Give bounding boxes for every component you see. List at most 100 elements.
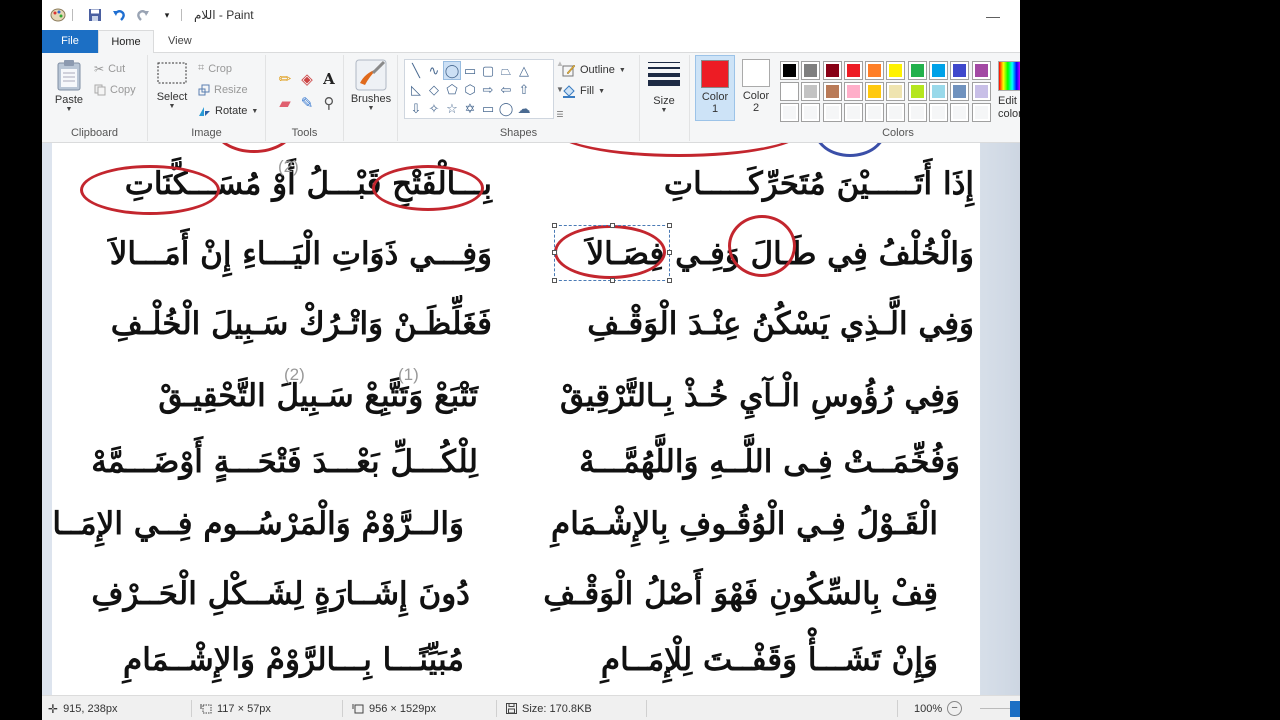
resize-handle[interactable] (667, 223, 672, 228)
palette-swatch-empty[interactable] (971, 103, 991, 122)
palette-swatch[interactable] (886, 61, 906, 80)
palette-swatch-empty[interactable] (950, 103, 970, 122)
resize-handle[interactable] (667, 278, 672, 283)
palette-swatch[interactable] (801, 61, 821, 80)
outline-dropdown-icon[interactable]: ▼ (619, 67, 626, 74)
brushes-button[interactable]: Brushes ▼ (350, 59, 392, 112)
palette-swatch-empty[interactable] (822, 103, 842, 122)
palette-swatch[interactable] (971, 82, 991, 101)
fill-button[interactable]: Fill ▼ (562, 84, 605, 98)
select-dropdown-icon[interactable]: ▼ (169, 103, 176, 110)
five-point-star-shape[interactable]: ☆ (443, 99, 461, 118)
palette-swatch-empty[interactable] (907, 103, 927, 122)
redo-icon[interactable] (135, 7, 151, 23)
tab-view[interactable]: View (154, 30, 206, 53)
shapes-expand-icon[interactable]: ☰ (556, 110, 563, 119)
right-arrow-shape[interactable]: ⇨ (479, 80, 497, 99)
size-button[interactable]: Size ▼ (644, 61, 684, 114)
fill-bucket-icon[interactable]: ◈ (296, 67, 318, 91)
palette-swatch-empty[interactable] (886, 103, 906, 122)
palette-swatch-empty[interactable] (929, 103, 949, 122)
palette-swatch[interactable] (780, 82, 799, 101)
palette-swatch[interactable] (950, 82, 970, 101)
paste-button[interactable]: Paste ▼ (50, 59, 88, 113)
palette-swatch-empty[interactable] (865, 103, 885, 122)
oval-callout-shape[interactable]: ◯ (497, 99, 515, 118)
copy-button[interactable]: Copy (94, 84, 136, 96)
palette-swatch[interactable] (907, 61, 927, 80)
palette-swatch-empty[interactable] (843, 103, 863, 122)
resize-handle[interactable] (552, 223, 557, 228)
resize-handle[interactable] (552, 278, 557, 283)
paste-dropdown-icon[interactable]: ▼ (66, 106, 73, 113)
fill-dropdown-icon[interactable]: ▼ (598, 88, 605, 95)
palette-swatch[interactable] (780, 61, 799, 80)
rotate-dropdown-icon[interactable]: ▼ (251, 108, 258, 115)
right-triangle-shape[interactable]: ◺ (407, 80, 425, 99)
rounded-rectangle-shape[interactable]: ▢ (479, 61, 497, 80)
text-tool-icon[interactable]: A (318, 67, 340, 91)
oval-shape[interactable]: ◯ (443, 61, 461, 80)
palette-swatch[interactable] (843, 61, 863, 80)
brushes-dropdown-icon[interactable]: ▼ (368, 105, 375, 112)
cut-button[interactable]: ✂ Cut (94, 62, 125, 76)
palette-swatch[interactable] (822, 82, 842, 101)
pentagon-shape[interactable]: ⬠ (443, 80, 461, 99)
palette-swatch-empty[interactable] (801, 103, 821, 122)
color-picker-icon[interactable]: ✎ (296, 91, 318, 115)
six-point-star-shape[interactable]: ✡ (461, 99, 479, 118)
palette-swatch[interactable] (929, 82, 949, 101)
tab-home[interactable]: Home (98, 30, 154, 53)
magnifier-icon[interactable]: ⚲ (318, 91, 340, 115)
resize-handle[interactable] (610, 223, 615, 228)
eraser-icon[interactable]: ▰ (274, 91, 296, 115)
left-arrow-shape[interactable]: ⇦ (497, 80, 515, 99)
palette-swatch[interactable] (907, 82, 927, 101)
resize-button[interactable]: Resize (198, 84, 248, 96)
resize-handle[interactable] (667, 250, 672, 255)
paint-app-icon[interactable] (50, 7, 66, 23)
zoom-out-button[interactable]: − (947, 701, 963, 716)
rectangle-shape[interactable]: ▭ (461, 61, 479, 80)
resize-handle[interactable] (610, 278, 615, 283)
polygon-shape[interactable]: ⏢ (497, 61, 515, 80)
size-dropdown-icon[interactable]: ▼ (661, 107, 668, 114)
down-arrow-shape[interactable]: ⇩ (407, 99, 425, 118)
palette-swatch-empty[interactable] (780, 103, 799, 122)
palette-swatch[interactable] (843, 82, 863, 101)
undo-icon[interactable] (111, 7, 127, 23)
line-shape[interactable]: ╲ (407, 61, 425, 80)
resize-handle[interactable] (552, 250, 557, 255)
curve-shape[interactable]: ∿ (425, 61, 443, 80)
zoom-slider-thumb[interactable] (1010, 701, 1020, 717)
palette-swatch[interactable] (865, 82, 885, 101)
up-arrow-shape[interactable]: ⇧ (515, 80, 533, 99)
save-icon[interactable] (87, 7, 103, 23)
outline-button[interactable]: Outline ▼ (562, 63, 626, 77)
rotate-button[interactable]: Rotate ▼ (198, 105, 258, 117)
palette-swatch[interactable] (801, 82, 821, 101)
selection-rectangle[interactable] (552, 223, 672, 283)
palette-swatch[interactable] (971, 61, 991, 80)
hexagon-shape[interactable]: ⬡ (461, 80, 479, 99)
color1-button[interactable]: Color 1 (695, 55, 735, 121)
minimize-button[interactable]: — (986, 8, 1000, 24)
palette-swatch[interactable] (822, 61, 842, 80)
palette-swatch[interactable] (950, 61, 970, 80)
color2-button[interactable]: Color 2 (736, 55, 776, 121)
vertical-scrollbar[interactable] (980, 143, 1020, 695)
pencil-icon[interactable]: ✏ (274, 67, 296, 91)
select-button[interactable]: Select ▼ (154, 61, 190, 110)
crop-button[interactable]: ⌗ Crop (198, 62, 232, 75)
drawing-canvas[interactable]: إِذَا أَتَـــــيْنَ مُتَحَرِّكَـــــاتِ … (52, 143, 980, 695)
palette-swatch[interactable] (886, 82, 906, 101)
triangle-shape[interactable]: △ (515, 61, 533, 80)
four-point-star-shape[interactable]: ✧ (425, 99, 443, 118)
rounded-callout-shape[interactable]: ▭ (479, 99, 497, 118)
tab-file[interactable]: File (42, 30, 98, 53)
palette-swatch[interactable] (929, 61, 949, 80)
palette-swatch[interactable] (865, 61, 885, 80)
cloud-callout-shape[interactable]: ☁ (515, 99, 533, 118)
customize-quick-access-icon[interactable]: ▾ (159, 7, 175, 23)
diamond-shape[interactable]: ◇ (425, 80, 443, 99)
